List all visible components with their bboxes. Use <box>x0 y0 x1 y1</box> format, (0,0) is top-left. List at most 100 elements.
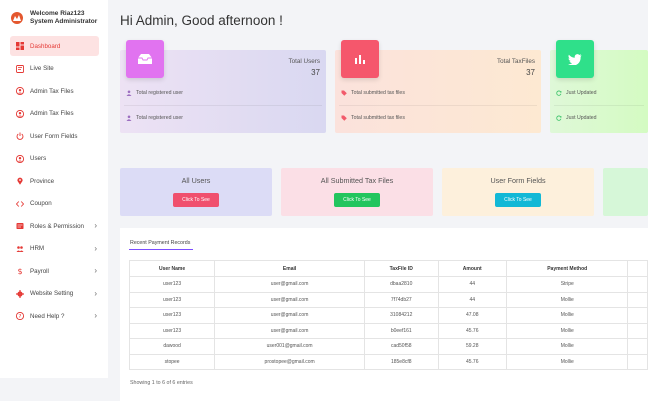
stat-caption: Just Updated <box>556 115 597 121</box>
sidebar-nav: Dashboard Live Site Admin Tax Files Admi… <box>0 36 108 326</box>
power-icon <box>16 132 24 140</box>
sidebar-item-roles-permission[interactable]: Roles & Permission › <box>10 216 99 236</box>
gear-icon <box>16 289 24 298</box>
quick-card-title: All Submitted Tax Files <box>320 176 394 185</box>
sidebar-item-live-site[interactable]: Live Site <box>10 59 99 79</box>
sidebar-item-need-help[interactable]: ? Need Help ? › <box>10 306 99 326</box>
cell-email: user@gmail.com <box>214 276 366 293</box>
cell-email: user@gmail.com <box>214 291 366 308</box>
roles-icon <box>16 222 24 230</box>
quick-card-title: All Users <box>181 176 211 185</box>
sidebar-item-label: Users <box>30 155 47 162</box>
form-fields-button[interactable]: Click To See <box>495 193 541 207</box>
stat-caption: Total submitted tax files <box>341 115 405 121</box>
col-header-email[interactable]: Email <box>214 260 366 277</box>
stat-card-updated: Just Updated Just Updated <box>550 40 648 133</box>
stat-caption-text: Total registered user <box>136 90 183 96</box>
cell-username: stopee <box>128 353 216 370</box>
table-row[interactable]: user123 user@gmail.com 31084212 47.08 Mo… <box>128 307 648 324</box>
cell-extra <box>627 291 648 308</box>
cell-taxfile-id: dbaa2810 <box>364 276 439 293</box>
stat-title: Total TaxFiles <box>496 58 535 65</box>
quick-card-all-users: All Users Click To See <box>120 168 272 216</box>
stat-caption-text: Total submitted tax files <box>351 90 405 96</box>
cell-username: user123 <box>128 307 216 324</box>
hrm-icon <box>16 245 24 253</box>
table-row[interactable]: user123 user@gmail.com b0eef161 45.76 Mo… <box>128 322 648 339</box>
cell-payment-method: Mollie <box>505 338 629 355</box>
sidebar-item-admin-tax-files-2[interactable]: Admin Tax Files <box>10 104 99 124</box>
stat-caption-text: Total registered user <box>136 115 183 121</box>
sidebar-item-users[interactable]: Users <box>10 149 99 169</box>
stat-caption: Total registered user <box>126 115 183 121</box>
sidebar-item-label: User Form Fields <box>30 132 78 140</box>
sidebar-item-label: Payroll <box>30 267 49 275</box>
table-row[interactable]: dawood user001@gmail.com cad50f58 59.28 … <box>128 338 648 355</box>
sidebar-item-dashboard[interactable]: Dashboard <box>10 36 99 56</box>
cell-amount: 45.76 <box>437 353 507 370</box>
twitter-icon <box>556 40 594 78</box>
table-info: Showing 1 to 6 of 6 entries <box>130 380 193 386</box>
col-header-username[interactable]: User Name <box>128 260 216 277</box>
cell-username: user123 <box>128 322 216 339</box>
stat-caption: Just Updated <box>556 90 597 96</box>
user-circle-icon <box>16 154 24 163</box>
cell-extra <box>627 307 648 324</box>
cell-extra <box>627 276 648 293</box>
sidebar-item-label: Live Site <box>30 65 54 72</box>
app-logo-icon <box>11 12 23 24</box>
user-icon <box>126 90 132 96</box>
tag-icon <box>341 115 347 121</box>
col-header-taxfile-id[interactable]: TaxFile ID <box>364 260 439 277</box>
col-header-amount[interactable]: Amount <box>437 260 507 277</box>
all-users-button[interactable]: Click To See <box>173 193 219 207</box>
cell-extra <box>627 338 648 355</box>
table-row[interactable]: user123 user@gmail.com 7f74db27 44 Molli… <box>128 291 648 308</box>
quick-card-tax-files: All Submitted Tax Files Click To See <box>281 168 433 216</box>
cell-payment-method: Mollie <box>505 291 629 308</box>
stat-caption: Total submitted tax files <box>341 90 405 96</box>
sidebar-item-label: HRM <box>30 245 45 252</box>
user-circle-icon <box>16 87 24 95</box>
col-header-payment-method[interactable]: Payment Method <box>505 260 629 277</box>
sidebar-item-province[interactable]: Province <box>10 171 99 191</box>
stat-divider <box>339 105 537 106</box>
cell-amount: 45.76 <box>437 322 507 339</box>
sidebar-item-payroll[interactable]: $ Payroll › <box>10 261 99 281</box>
cell-taxfile-id: 31084212 <box>364 307 439 324</box>
cell-taxfile-id: cad50f58 <box>364 338 439 355</box>
refresh-icon <box>556 90 562 96</box>
tab-recent-payment-records[interactable]: Recent Payment Records <box>130 240 190 246</box>
sidebar-item-label: Admin Tax Files <box>30 87 74 95</box>
stat-divider <box>124 105 322 106</box>
tag-icon <box>341 90 347 96</box>
table-row[interactable]: user123 user@gmail.com dbaa2810 44 Strip… <box>128 276 648 293</box>
col-header-extra <box>627 260 648 277</box>
brand-welcome: Welcome Riaz123 <box>30 9 85 17</box>
dollar-icon: $ <box>16 267 24 275</box>
sidebar-item-website-setting[interactable]: Website Setting › <box>10 284 99 304</box>
sidebar-item-label: Roles & Permission <box>30 222 84 230</box>
cell-email: user001@gmail.com <box>214 338 366 355</box>
stat-caption: Total registered user <box>126 90 183 96</box>
cell-payment-method: Mollie <box>505 307 629 324</box>
sidebar-item-user-form-fields[interactable]: User Form Fields <box>10 126 99 146</box>
table-row[interactable]: stopee prostopee@gmail.com 185e8cf8 45.7… <box>128 353 648 370</box>
sidebar-item-label: Website Setting <box>30 290 74 297</box>
stat-value: 37 <box>526 68 535 77</box>
sidebar-item-hrm[interactable]: HRM › <box>10 239 99 259</box>
brand-role: System Administrator <box>30 18 98 25</box>
page-greeting: Hi Admin, Good afternoon ! <box>120 13 283 28</box>
sidebar-item-coupon[interactable]: Coupon <box>10 194 99 214</box>
cell-taxfile-id: 7f74db27 <box>364 291 439 308</box>
brand-text: Welcome Riaz123 System Administrator <box>30 10 97 27</box>
user-circle-icon <box>16 109 24 118</box>
cell-extra <box>627 322 648 339</box>
cell-payment-method: Stripe <box>505 276 629 293</box>
brand: Welcome Riaz123 System Administrator <box>0 0 108 36</box>
cell-username: user123 <box>128 276 216 293</box>
stat-caption-text: Just Updated <box>566 90 597 96</box>
tax-files-button[interactable]: Click To See <box>334 193 380 207</box>
sidebar-item-admin-tax-files[interactable]: Admin Tax Files <box>10 81 99 101</box>
cell-taxfile-id: 185e8cf8 <box>364 353 439 370</box>
